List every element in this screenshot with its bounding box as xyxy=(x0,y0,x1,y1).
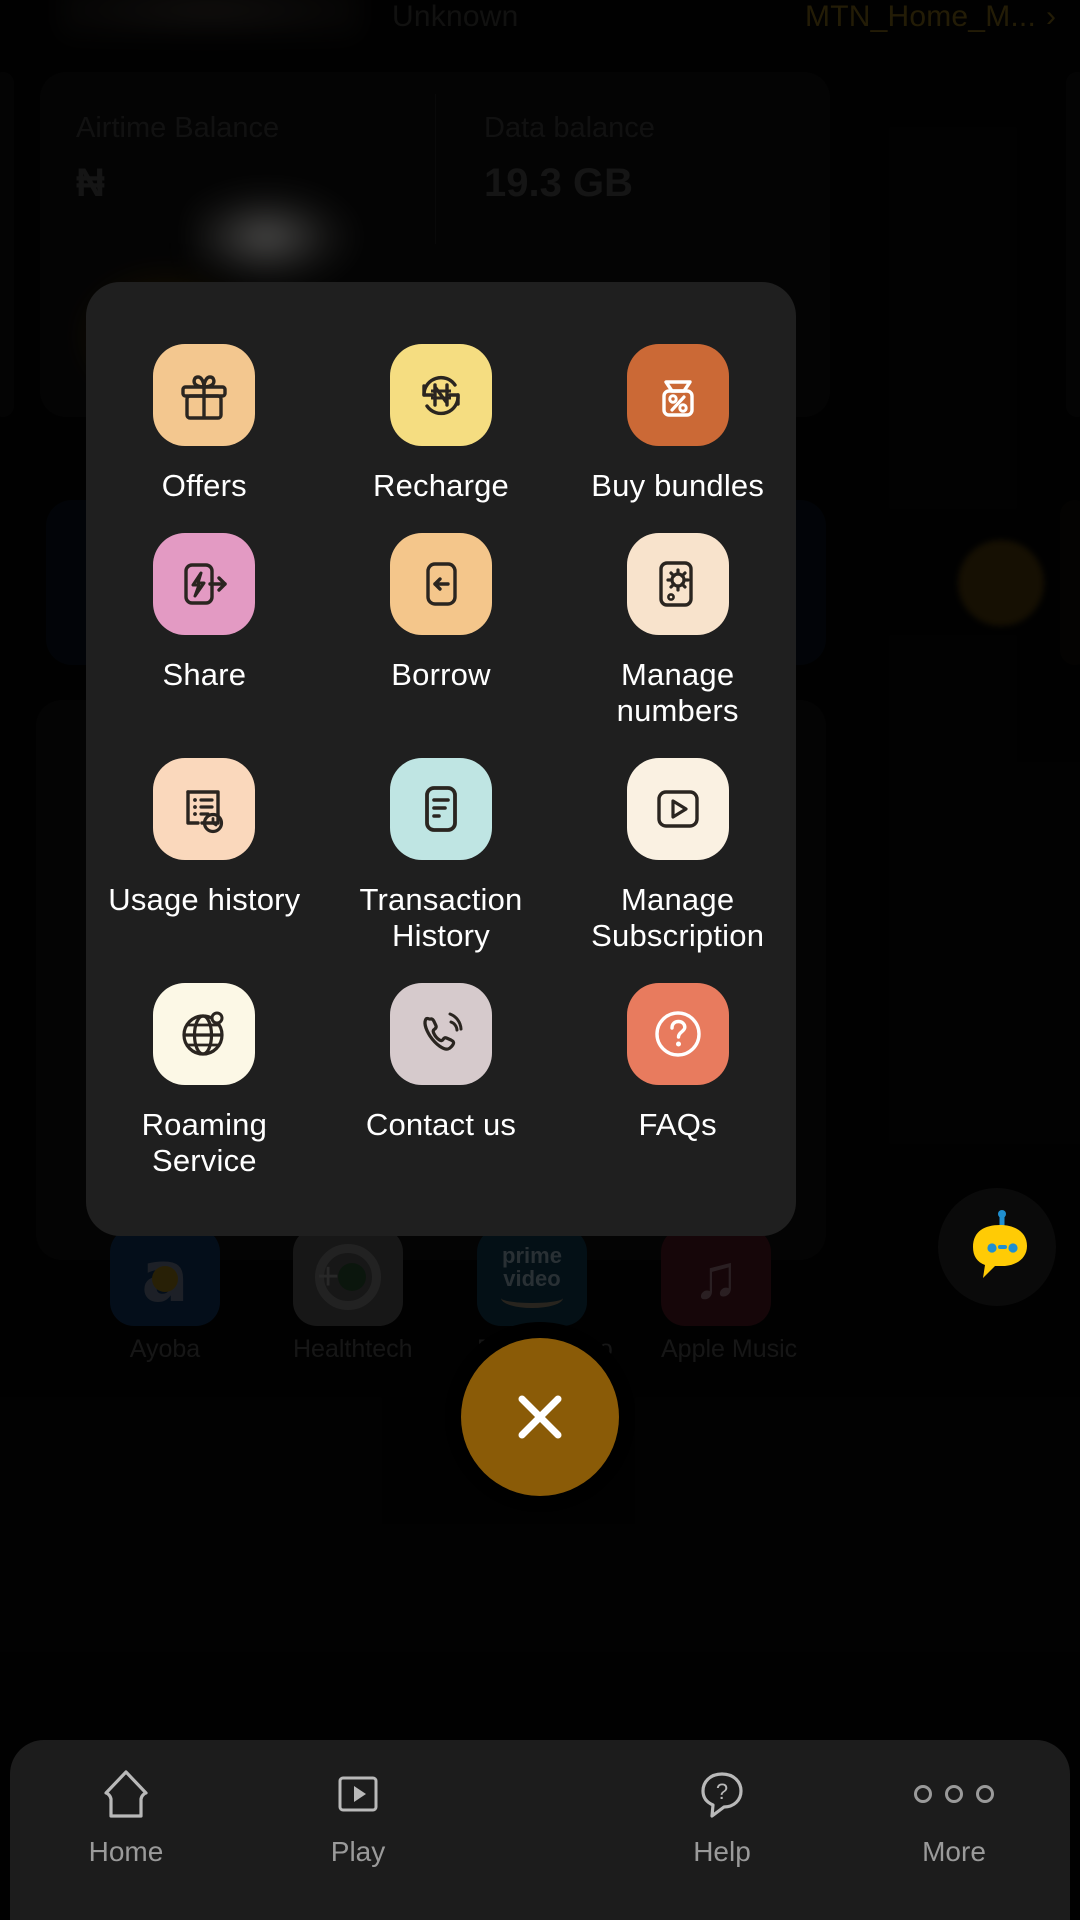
quick-action-label: Manage numbers xyxy=(616,656,739,729)
bundle-percent-icon xyxy=(626,344,729,446)
quick-action-label: Offers xyxy=(161,468,247,503)
quick-action-roaming-service[interactable]: Roaming Service xyxy=(86,982,323,1180)
quick-actions-grid: Offers Recharge Buy bundles Share Borrow xyxy=(86,344,796,1180)
nav-item-more[interactable]: More xyxy=(838,1766,1070,1868)
quick-action-label: Share xyxy=(162,656,247,692)
bottom-navigation: Home Play ? Help More xyxy=(10,1740,1070,1920)
globe-pin-icon xyxy=(153,982,256,1085)
play-box-icon xyxy=(626,757,729,860)
nav-item-play[interactable]: Play xyxy=(242,1766,474,1868)
chat-assistant-button[interactable] xyxy=(938,1188,1056,1306)
quick-action-transaction-history[interactable]: Transaction History xyxy=(323,757,560,955)
quick-action-share[interactable]: Share xyxy=(86,532,323,730)
close-sheet-button[interactable] xyxy=(461,1338,619,1496)
quick-action-contact-us[interactable]: Contact us xyxy=(323,982,560,1180)
naira-refresh-icon xyxy=(389,344,492,446)
help-icon: ? xyxy=(694,1766,750,1822)
nav-label: More xyxy=(922,1836,986,1867)
quick-action-label: Transaction History xyxy=(359,881,523,954)
quick-action-label: Buy bundles xyxy=(591,468,765,503)
usage-clipboard-icon xyxy=(153,757,256,860)
nav-item-help[interactable]: ? Help xyxy=(606,1766,838,1868)
close-icon xyxy=(518,1395,562,1439)
phone-gear-icon xyxy=(626,532,729,635)
play-icon xyxy=(332,1766,384,1822)
quick-action-recharge[interactable]: Recharge xyxy=(323,344,560,505)
quick-action-label: FAQs xyxy=(638,1106,717,1142)
document-lines-icon xyxy=(389,757,492,860)
quick-action-label: Roaming Service xyxy=(141,1106,268,1179)
quick-action-label: Contact us xyxy=(365,1106,517,1142)
quick-action-borrow[interactable]: Borrow xyxy=(323,532,560,730)
quick-action-label: Manage Subscription xyxy=(591,881,765,954)
quick-actions-sheet: Offers Recharge Buy bundles Share Borrow xyxy=(86,282,796,1237)
quick-action-label: Recharge xyxy=(372,468,509,503)
nav-label: Play xyxy=(330,1836,386,1867)
quick-action-usage-history[interactable]: Usage history xyxy=(86,757,323,955)
more-icon xyxy=(914,1766,994,1822)
quick-action-manage-numbers[interactable]: Manage numbers xyxy=(559,532,796,730)
gift-icon xyxy=(153,344,256,446)
nav-label: Home xyxy=(88,1836,164,1867)
quick-action-buy-bundles[interactable]: Buy bundles xyxy=(559,344,796,505)
phone-arrow-left-icon xyxy=(389,532,492,635)
app-screen: Unknown MTN_Home_M... › Airtime Balance … xyxy=(0,0,1080,1920)
close-fab-wrapper xyxy=(445,1322,635,1512)
phone-share-icon xyxy=(153,532,256,635)
quick-action-label: Borrow xyxy=(391,656,491,692)
quick-action-label: Usage history xyxy=(108,881,301,917)
quick-action-manage-subscription[interactable]: Manage Subscription xyxy=(559,757,796,955)
home-icon xyxy=(98,1766,154,1822)
nav-item-home[interactable]: Home xyxy=(10,1766,242,1868)
question-circle-icon xyxy=(626,982,729,1085)
nav-label: Help xyxy=(693,1836,751,1867)
svg-text:?: ? xyxy=(716,1779,728,1804)
chatbot-icon xyxy=(973,1210,1027,1278)
phone-call-icon xyxy=(389,982,492,1085)
quick-action-offers[interactable]: Offers xyxy=(86,344,323,505)
quick-action-faqs[interactable]: FAQs xyxy=(559,982,796,1180)
